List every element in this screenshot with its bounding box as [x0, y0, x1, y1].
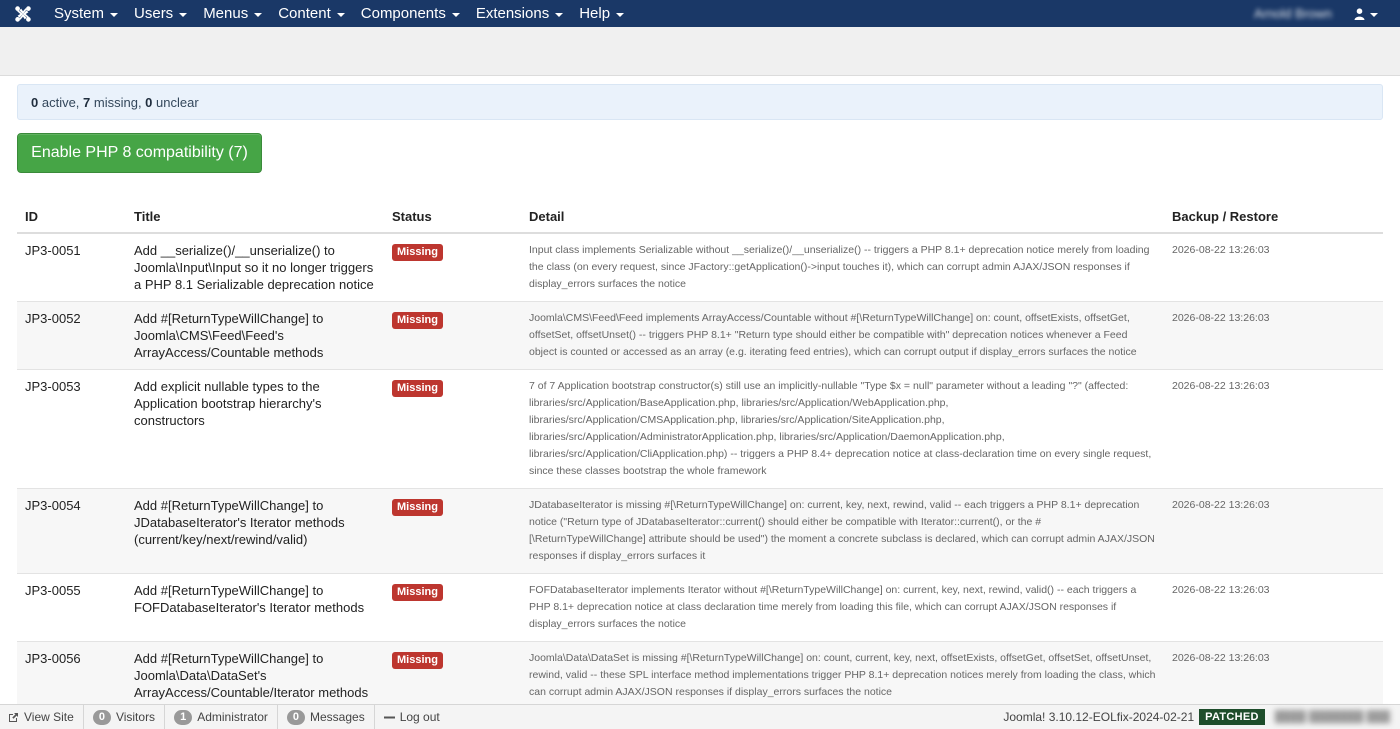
minus-icon: [383, 712, 395, 723]
unclear-label: unclear: [152, 94, 199, 110]
row-backup-timestamp: 2026-08-22 13:26:03: [1164, 369, 1383, 489]
visitors-indicator[interactable]: 0 Visitors: [84, 704, 166, 729]
table-row: JP3-0051 Add __serialize()/__unserialize…: [17, 232, 1383, 302]
menu-menus-label: Menus: [203, 5, 249, 22]
user-menu[interactable]: [1340, 0, 1400, 27]
logout-link[interactable]: Log out: [375, 705, 449, 729]
enable-php8-button[interactable]: Enable PHP 8 compatibility (7): [17, 133, 262, 173]
row-title: Add #[ReturnTypeWillChange] to Joomla\CM…: [126, 301, 384, 370]
menu-system[interactable]: System: [46, 0, 126, 27]
row-id: JP3-0055: [17, 573, 126, 642]
joomla-version: Joomla! 3.10.12-EOLfix-2024-02-21: [1003, 710, 1195, 724]
table-row: JP3-0052 Add #[ReturnTypeWillChange] to …: [17, 301, 1383, 370]
row-title: Add explicit nullable types to the Appli…: [126, 369, 384, 489]
table-row: JP3-0055 Add #[ReturnTypeWillChange] to …: [17, 573, 1383, 642]
chevron-down-icon: [179, 12, 188, 17]
administrators-indicator[interactable]: 1 Administrator: [165, 704, 278, 729]
user-icon: [1354, 7, 1365, 20]
row-title: Add #[ReturnTypeWillChange] to FOFDataba…: [126, 573, 384, 642]
table-header-row: ID Title Status Detail Backup / Restore: [17, 200, 1383, 234]
chevron-down-icon: [616, 12, 625, 17]
row-id: JP3-0052: [17, 301, 126, 370]
row-id: JP3-0053: [17, 369, 126, 489]
chevron-down-icon: [254, 12, 263, 17]
status-bar-right: Joomla! 3.10.12-EOLfix-2024-02-21 PATCHE…: [1003, 705, 1400, 729]
messages-indicator[interactable]: 0 Messages: [278, 704, 375, 729]
chevron-down-icon: [451, 12, 460, 17]
visitors-count-badge: 0: [92, 709, 111, 725]
row-backup-timestamp: 2026-08-22 13:26:03: [1164, 573, 1383, 642]
row-id: JP3-0051: [17, 232, 126, 302]
external-link-icon: [8, 712, 19, 723]
row-backup-timestamp: 2026-08-22 13:26:03: [1164, 488, 1383, 574]
view-site-link[interactable]: View Site: [0, 704, 84, 729]
row-id: JP3-0054: [17, 488, 126, 574]
active-label: active,: [38, 94, 84, 110]
summary-alert: 0 active, 7 missing, 0 unclear: [17, 84, 1383, 120]
row-title: Add #[ReturnTypeWillChange] to Joomla\Da…: [126, 641, 384, 709]
visitors-label: Visitors: [115, 710, 156, 724]
row-title: Add __serialize()/__unserialize() to Joo…: [126, 232, 384, 302]
row-id: JP3-0056: [17, 641, 126, 709]
top-navbar: System Users Menus Content Components Ex…: [0, 0, 1400, 27]
admin-label: Administrator: [197, 710, 268, 724]
site-name: Arnold Brown: [1253, 6, 1332, 21]
row-detail: 7 of 7 Application bootstrap constructor…: [521, 369, 1164, 489]
status-bar: View Site 0 Visitors 1 Administrator 0 M…: [0, 704, 1400, 729]
menu-users[interactable]: Users: [126, 0, 195, 27]
messages-label: Messages: [310, 710, 365, 724]
row-backup-timestamp: 2026-08-22 13:26:03: [1164, 232, 1383, 302]
chevron-down-icon: [110, 12, 119, 17]
chevron-down-icon: [555, 12, 564, 17]
row-detail: JDatabaseIterator is missing #[\ReturnTy…: [521, 488, 1164, 574]
status-badge: Missing: [392, 244, 443, 261]
col-header-detail[interactable]: Detail: [521, 200, 1164, 234]
status-badge: Missing: [392, 380, 443, 397]
table-row: JP3-0053 Add explicit nullable types to …: [17, 369, 1383, 489]
col-header-status[interactable]: Status: [384, 200, 521, 234]
menu-help-label: Help: [579, 5, 611, 22]
row-backup-timestamp: 2026-08-22 13:26:03: [1164, 641, 1383, 709]
patched-badge: PATCHED: [1199, 709, 1265, 725]
view-site-label: View Site: [24, 710, 74, 724]
admin-count-badge: 1: [174, 709, 193, 725]
status-badge: Missing: [392, 499, 443, 516]
row-detail: Joomla\CMS\Feed\Feed implements ArrayAcc…: [521, 301, 1164, 370]
patches-table: ID Title Status Detail Backup / Restore …: [17, 200, 1383, 709]
row-backup-timestamp: 2026-08-22 13:26:03: [1164, 301, 1383, 370]
status-badge: Missing: [392, 652, 443, 669]
menu-content-label: Content: [278, 5, 331, 22]
menu-menus[interactable]: Menus: [195, 0, 270, 27]
menu-extensions-label: Extensions: [475, 5, 550, 22]
menu-components-label: Components: [360, 5, 446, 22]
chevron-down-icon: [336, 12, 345, 17]
table-row: JP3-0054 Add #[ReturnTypeWillChange] to …: [17, 488, 1383, 574]
col-header-title[interactable]: Title: [126, 200, 384, 234]
menu-help[interactable]: Help: [571, 0, 632, 27]
blurred-status-info: ████ ███████ ███: [1274, 711, 1390, 723]
menu-system-label: System: [54, 5, 105, 22]
missing-label: missing,: [90, 94, 146, 110]
row-detail: Joomla\Data\DataSet is missing #[\Return…: [521, 641, 1164, 709]
status-badge: Missing: [392, 312, 443, 329]
table-row: JP3-0056 Add #[ReturnTypeWillChange] to …: [17, 641, 1383, 709]
row-title: Add #[ReturnTypeWillChange] to JDatabase…: [126, 488, 384, 574]
status-badge: Missing: [392, 584, 443, 601]
messages-count-badge: 0: [286, 709, 305, 725]
menu-components[interactable]: Components: [353, 0, 468, 27]
toolbar-area: [0, 27, 1400, 76]
col-header-backup[interactable]: Backup / Restore: [1164, 200, 1383, 234]
menu-users-label: Users: [134, 5, 174, 22]
navbar-right: Arnold Brown: [1246, 0, 1400, 27]
row-detail: Input class implements Serializable with…: [521, 232, 1164, 302]
chevron-down-icon: [1370, 12, 1378, 17]
logout-label: Log out: [399, 710, 440, 724]
joomla-logo-icon[interactable]: [0, 0, 46, 27]
menu-content[interactable]: Content: [270, 0, 353, 27]
menu-extensions[interactable]: Extensions: [468, 0, 571, 27]
row-detail: FOFDatabaseIterator implements Iterator …: [521, 573, 1164, 642]
col-header-id[interactable]: ID: [17, 200, 126, 234]
